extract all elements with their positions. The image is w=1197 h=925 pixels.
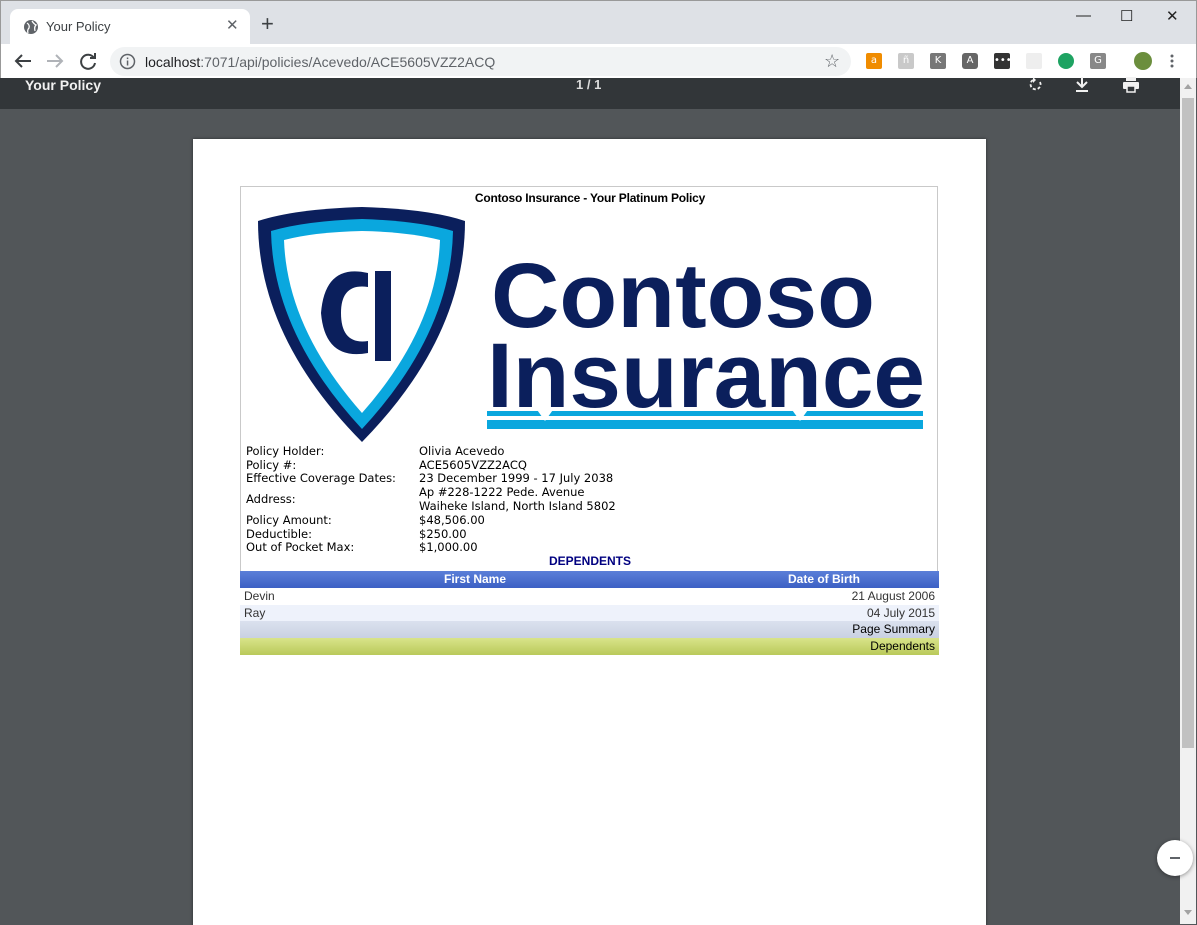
pdf-title: Your Policy: [25, 77, 101, 93]
address-bar[interactable]: localhost:7071/api/policies/Acevedo/ACE5…: [110, 47, 851, 76]
minimize-button[interactable]: —: [1076, 7, 1091, 24]
scroll-up-arrow-icon[interactable]: [1184, 84, 1192, 89]
tab-strip: Your Policy ✕ + — ☐ ✕: [0, 0, 1197, 45]
policy-amount-value: $48,506.00: [419, 513, 485, 527]
policy-number-value: ACE5605VZZ2ACQ: [419, 458, 527, 472]
angular-extension-icon[interactable]: A: [962, 53, 978, 69]
report-header-frame: Contoso Insurance - Your Platinum Policy…: [240, 186, 938, 572]
policy-holder-value: Olivia Acevedo: [419, 444, 505, 458]
page-summary-label: Page Summary: [852, 622, 935, 636]
table-row: Ray 04 July 2015: [240, 605, 939, 622]
dob-column-header: Date of Birth: [788, 572, 860, 586]
browser-toolbar: localhost:7071/api/policies/Acevedo/ACE5…: [0, 44, 1197, 78]
deductible-value: $250.00: [419, 527, 467, 541]
browser-tab[interactable]: Your Policy ✕: [10, 9, 250, 45]
dependent-first-name: Ray: [244, 606, 266, 620]
forward-arrow-icon[interactable]: [43, 49, 67, 73]
contoso-insurance-logo: Contoso Insurance: [258, 207, 925, 442]
policy-amount-label: Policy Amount:: [246, 513, 332, 527]
dependents-footer-row: Dependents: [240, 638, 939, 655]
tab-title: Your Policy: [46, 19, 111, 34]
scrollbar-thumb[interactable]: [1182, 98, 1194, 748]
k-extension-icon[interactable]: K: [930, 53, 946, 69]
first-name-column-header: First Name: [444, 572, 507, 586]
reload-icon[interactable]: [76, 49, 100, 73]
dependents-footer-label: Dependents: [870, 639, 935, 653]
pdf-toolbar: Your Policy 1 / 1: [0, 77, 1180, 109]
address-line1: Ap #228-1222 Pede. Avenue: [419, 485, 585, 499]
new-tab-button[interactable]: +: [261, 13, 274, 35]
coverage-dates-value: 23 December 1999 - 17 July 2038: [419, 471, 614, 485]
g-extension-icon[interactable]: G: [1090, 53, 1106, 69]
chat-extension-icon[interactable]: [1058, 53, 1074, 69]
extension-icon[interactable]: ñ: [898, 53, 914, 69]
dependent-dob: 21 August 2006: [851, 589, 935, 603]
zoom-out-button[interactable]: [1157, 840, 1193, 876]
dependent-dob: 04 July 2015: [866, 606, 935, 620]
download-icon[interactable]: [1073, 77, 1091, 93]
deductible-label: Deductible:: [246, 527, 312, 541]
react-extension-icon[interactable]: [1026, 53, 1042, 69]
close-window-button[interactable]: ✕: [1166, 7, 1179, 25]
url-text: localhost:7071/api/policies/Acevedo/ACE5…: [145, 54, 496, 70]
out-of-pocket-label: Out of Pocket Max:: [246, 540, 355, 554]
maximize-button[interactable]: ☐: [1120, 7, 1133, 25]
rotate-icon[interactable]: [1027, 77, 1045, 93]
dependent-first-name: Devin: [244, 589, 275, 603]
scroll-down-arrow-icon[interactable]: [1184, 910, 1192, 915]
page-indicator: 1 / 1: [576, 77, 602, 92]
policy-holder-label: Policy Holder:: [246, 444, 325, 458]
tab-close-icon[interactable]: ✕: [226, 18, 239, 34]
table-row: Devin 21 August 2006: [240, 588, 939, 605]
info-icon[interactable]: [119, 53, 136, 70]
address-line2: Waiheke Island, North Island 5802: [419, 499, 616, 513]
out-of-pocket-value: $1,000.00: [419, 540, 478, 554]
amazon-extension-icon[interactable]: a: [866, 53, 882, 69]
globe-icon: [24, 20, 38, 34]
more-extension-icon[interactable]: •••: [994, 53, 1012, 69]
print-icon[interactable]: [1122, 77, 1140, 93]
menu-dots-icon[interactable]: [1164, 53, 1180, 69]
bookmark-star-icon[interactable]: ☆: [824, 51, 840, 72]
pdf-page: Contoso Insurance - Your Platinum Policy…: [193, 139, 986, 925]
dependents-table-header: First Name Date of Birth: [240, 571, 939, 588]
policy-number-label: Policy #:: [246, 458, 297, 472]
dependents-heading: DEPENDENTS: [548, 554, 631, 568]
address-label: Address:: [246, 492, 296, 506]
report-title: Contoso Insurance - Your Platinum Policy: [474, 191, 706, 205]
vertical-scrollbar[interactable]: [1180, 78, 1196, 924]
page-summary-row: Page Summary: [240, 621, 939, 638]
back-arrow-icon[interactable]: [11, 49, 35, 73]
coverage-dates-label: Effective Coverage Dates:: [246, 471, 396, 485]
profile-avatar[interactable]: [1134, 52, 1152, 70]
